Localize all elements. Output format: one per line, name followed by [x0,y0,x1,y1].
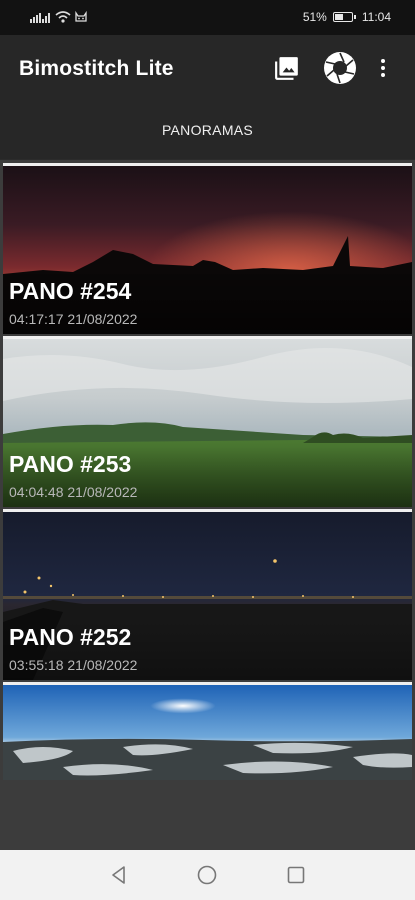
app-bar: Bimostitch Lite [0,35,415,103]
wifi-icon [55,11,71,23]
overflow-menu-button[interactable] [373,51,393,85]
panorama-thumbnail [3,685,412,780]
panorama-card[interactable]: PANO #253 04:04:48 21/08/2022 [3,336,412,507]
status-right: 51% 11:04 [303,10,391,24]
back-button[interactable] [107,863,131,887]
gallery-icon [275,57,298,80]
tab-panoramas[interactable]: PANORAMAS [0,122,415,138]
recents-button[interactable] [284,863,308,887]
system-nav-bar [0,850,415,900]
home-button[interactable] [195,863,219,887]
app-title: Bimostitch Lite [19,57,174,80]
list-footer [0,780,415,850]
tab-bar: PANORAMAS [0,103,415,159]
gallery-button[interactable] [270,51,304,85]
panorama-title: PANO #253 [9,451,132,477]
panorama-date: 03:55:18 21/08/2022 [9,657,138,673]
battery-percent: 51% [302,10,327,24]
recents-icon [287,866,305,884]
panorama-list[interactable]: PANO #254 04:17:17 21/08/2022 PANO #253 … [0,160,415,850]
battery-icon [332,12,356,22]
camera-shutter-icon [324,52,356,84]
panorama-card[interactable] [3,682,412,780]
panorama-date: 04:17:17 21/08/2022 [9,311,138,327]
more-vert-icon [381,59,385,77]
panorama-card[interactable]: PANO #252 03:55:18 21/08/2022 [3,509,412,680]
panorama-card[interactable]: PANO #254 04:17:17 21/08/2022 [3,163,412,334]
home-icon [197,865,217,885]
status-icons [30,9,88,25]
panorama-title: PANO #254 [9,278,132,304]
clock: 11:04 [361,10,391,24]
camera-button[interactable] [323,51,357,85]
panorama-date: 04:04:48 21/08/2022 [9,484,138,500]
signal-icon [30,13,50,23]
back-icon [112,866,125,884]
status-bar: 51% 11:04 [0,0,415,35]
panorama-title: PANO #252 [9,624,132,650]
cat-icon [75,10,87,22]
